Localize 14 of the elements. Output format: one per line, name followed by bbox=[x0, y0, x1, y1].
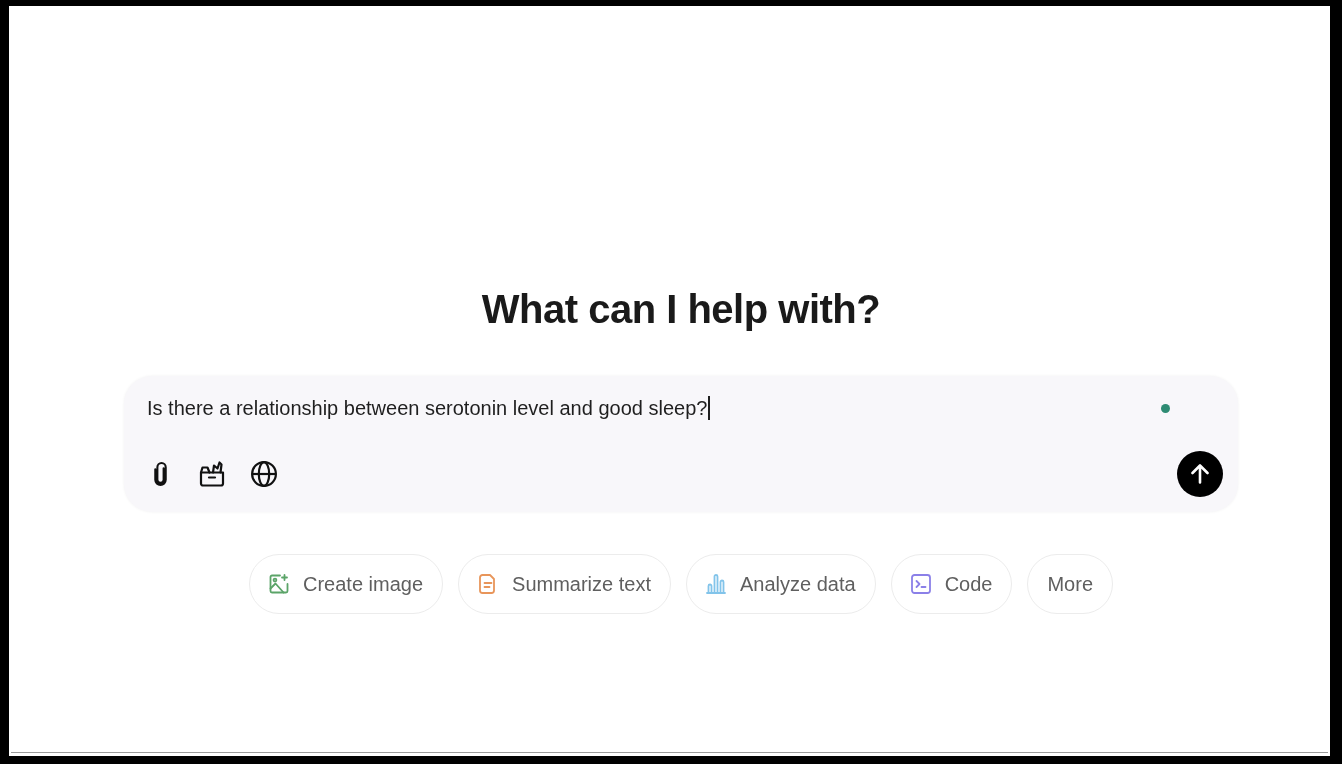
page-heading: What can I help with? bbox=[481, 286, 881, 333]
arrow-up-icon bbox=[1191, 464, 1209, 484]
suggestion-chip[interactable]: Summarize text bbox=[458, 554, 671, 614]
message-input[interactable]: Is there a relationship between serotonin level and good sleep? bbox=[147, 396, 1161, 420]
paperclip-icon bbox=[152, 461, 168, 487]
suggestion-chip[interactable]: Code bbox=[890, 554, 1013, 614]
globe-icon bbox=[251, 461, 277, 487]
send-button[interactable] bbox=[1177, 451, 1223, 497]
suggestion-chip[interactable]: Create image bbox=[249, 554, 444, 614]
suggestion-chip[interactable]: Analyze data bbox=[686, 554, 876, 614]
tools-button[interactable] bbox=[199, 461, 225, 487]
web-search-button[interactable] bbox=[251, 461, 277, 487]
suggestion-chip[interactable]: More bbox=[1027, 554, 1113, 614]
box-icon bbox=[199, 461, 225, 487]
